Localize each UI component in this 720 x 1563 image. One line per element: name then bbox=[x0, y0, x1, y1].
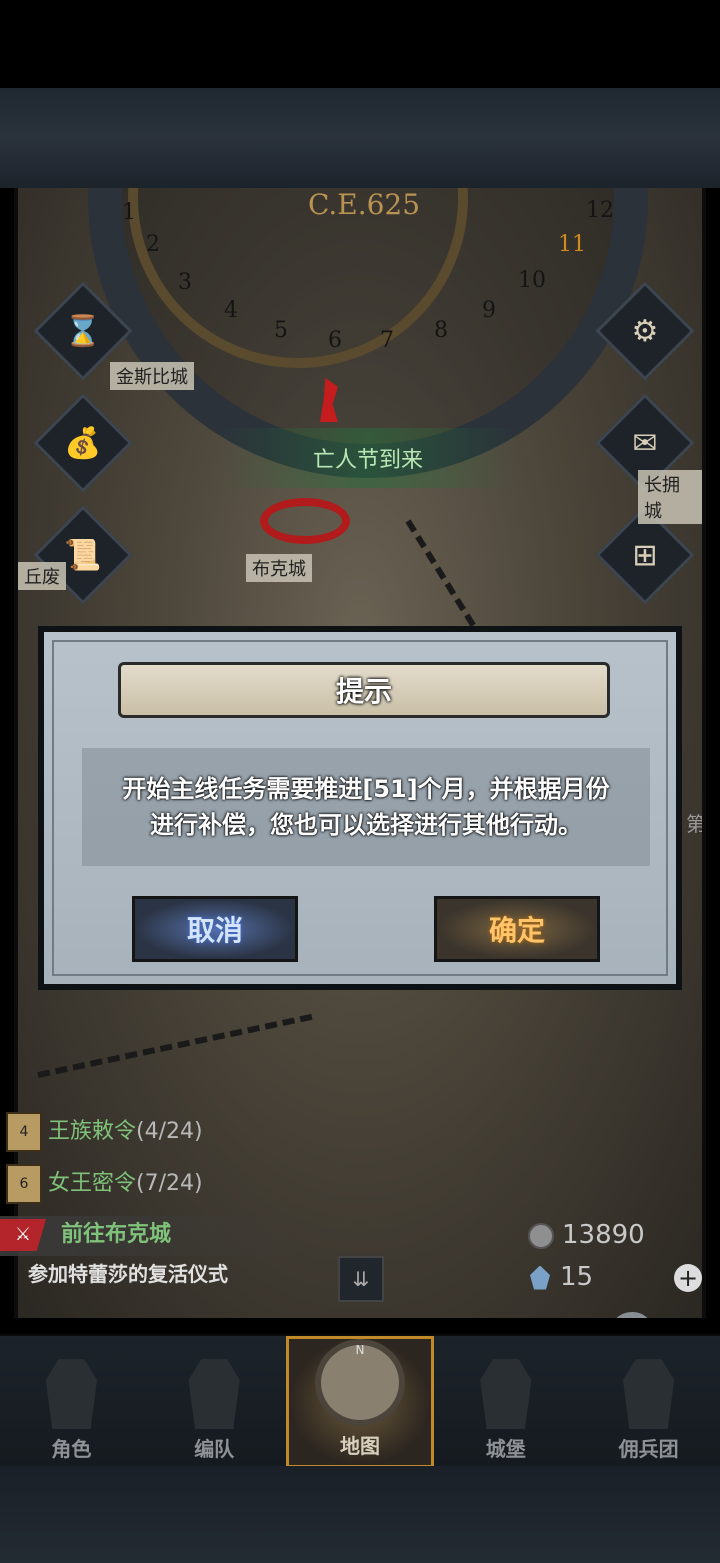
month-10: 10 bbox=[518, 268, 546, 293]
dialog-message: 开始主线任务需要推进[51]个月，并根据月份 进行补偿，您也可以选择进行其他行动… bbox=[82, 748, 650, 866]
location-qiufei[interactable]: 丘废 bbox=[18, 562, 66, 590]
location-zhangyong[interactable]: 长拥城 bbox=[638, 470, 702, 524]
recenter-button[interactable]: ‹ › bbox=[578, 1300, 686, 1318]
location-jinsibi[interactable]: 金斯比城 bbox=[110, 362, 194, 390]
castle-icon bbox=[480, 1359, 532, 1429]
nav-map[interactable]: N 地图 bbox=[285, 1336, 435, 1468]
event-banner: 亡人节到来 bbox=[218, 428, 518, 488]
month-12: 12 bbox=[586, 198, 614, 223]
quest-progress: (4/24) bbox=[136, 1119, 203, 1144]
month-5: 5 bbox=[274, 318, 288, 343]
nav-castle[interactable]: 城堡 bbox=[434, 1336, 577, 1468]
main-quest[interactable]: ⚔ 前往布克城 bbox=[0, 1216, 300, 1256]
scroll-icon: 6 bbox=[6, 1164, 42, 1204]
gem-counter: 15 bbox=[530, 1262, 593, 1292]
collapse-button[interactable]: ⇊ bbox=[338, 1256, 384, 1302]
envelope-icon: ✉ bbox=[632, 425, 658, 461]
quest-label: 王族敕令 bbox=[48, 1119, 137, 1144]
cancel-button[interactable]: 取消 bbox=[132, 896, 298, 962]
quest-queen-secret[interactable]: 6 女王密令(7/24) bbox=[6, 1164, 203, 1204]
quest-label: 女王密令 bbox=[48, 1171, 137, 1196]
money-bag-icon: 💰 bbox=[64, 425, 102, 461]
target-ring bbox=[260, 498, 350, 544]
nav-label: 佣兵团 bbox=[618, 1437, 679, 1461]
month-4: 4 bbox=[224, 298, 238, 323]
compass-north-label: N bbox=[355, 1343, 365, 1357]
month-9: 9 bbox=[482, 298, 496, 323]
nav-mercenary[interactable]: 佣兵团 bbox=[577, 1336, 720, 1468]
hourglass-icon: ⌛ bbox=[64, 313, 102, 349]
crosshair-icon bbox=[609, 1312, 655, 1318]
ship-icon bbox=[622, 1359, 675, 1429]
chevron-right-icon: › bbox=[655, 1318, 667, 1319]
coin-icon bbox=[528, 1222, 554, 1249]
nav-label: 角色 bbox=[51, 1437, 92, 1461]
nav-label: 地图 bbox=[339, 1434, 380, 1458]
location-buke[interactable]: 布克城 bbox=[246, 554, 312, 582]
money-bag-button[interactable]: 💰 bbox=[33, 393, 133, 493]
month-8: 8 bbox=[434, 318, 448, 343]
month-11: 11 bbox=[558, 232, 586, 257]
nav-label: 编队 bbox=[194, 1437, 235, 1461]
gear-icon: ⚙ bbox=[631, 313, 659, 349]
month-6: 6 bbox=[328, 328, 342, 353]
main-quest-title: 前往布克城 bbox=[61, 1222, 172, 1247]
add-gems-button[interactable]: + bbox=[674, 1264, 702, 1292]
quest-royal-decree[interactable]: 4 王族敕令(4/24) bbox=[6, 1112, 203, 1152]
chevron-left-icon: ‹ bbox=[597, 1318, 609, 1319]
quest-progress: (7/24) bbox=[136, 1171, 203, 1196]
dialog-message-line2: 进行补偿，您也可以选择进行其他行动。 bbox=[150, 811, 582, 839]
prompt-dialog: 提示 开始主线任务需要推进[51]个月，并根据月份 进行补偿，您也可以选择进行其… bbox=[38, 626, 682, 990]
bottom-frame bbox=[0, 1466, 720, 1563]
gem-icon bbox=[530, 1265, 550, 1290]
month-2: 2 bbox=[146, 232, 160, 257]
main-quest-desc: 参加特蕾莎的复活仪式 bbox=[28, 1262, 228, 1286]
scroll-icon: 4 bbox=[6, 1112, 42, 1152]
knight-icon bbox=[45, 1359, 97, 1429]
edge-text: 第 bbox=[686, 812, 706, 836]
month-3: 3 bbox=[178, 270, 192, 295]
nav-label: 城堡 bbox=[485, 1437, 526, 1461]
collapse-icon: ⇊ bbox=[352, 1267, 370, 1291]
helmet-icon bbox=[188, 1359, 240, 1429]
month-1: 1 bbox=[122, 200, 136, 225]
silver-counter: 13890 bbox=[528, 1220, 645, 1250]
road-path bbox=[37, 1013, 313, 1078]
confirm-button[interactable]: 确定 bbox=[434, 896, 600, 962]
nav-character[interactable]: 角色 bbox=[0, 1336, 143, 1468]
nav-formation[interactable]: 编队 bbox=[143, 1336, 286, 1468]
silver-value: 13890 bbox=[562, 1220, 645, 1250]
dialog-title: 提示 bbox=[118, 662, 610, 718]
dialog-message-line1: 开始主线任务需要推进[51]个月，并根据月份 bbox=[122, 775, 610, 803]
gem-value: 15 bbox=[560, 1262, 594, 1292]
crossed-swords-icon: ⚔ bbox=[0, 1219, 46, 1251]
month-7: 7 bbox=[380, 328, 394, 353]
grid-icon: ⊞ bbox=[632, 537, 658, 573]
status-bar-area bbox=[0, 0, 720, 88]
top-frame bbox=[0, 88, 720, 188]
bottom-nav: 角色 编队 N 地图 城堡 佣兵团 bbox=[0, 1334, 720, 1468]
